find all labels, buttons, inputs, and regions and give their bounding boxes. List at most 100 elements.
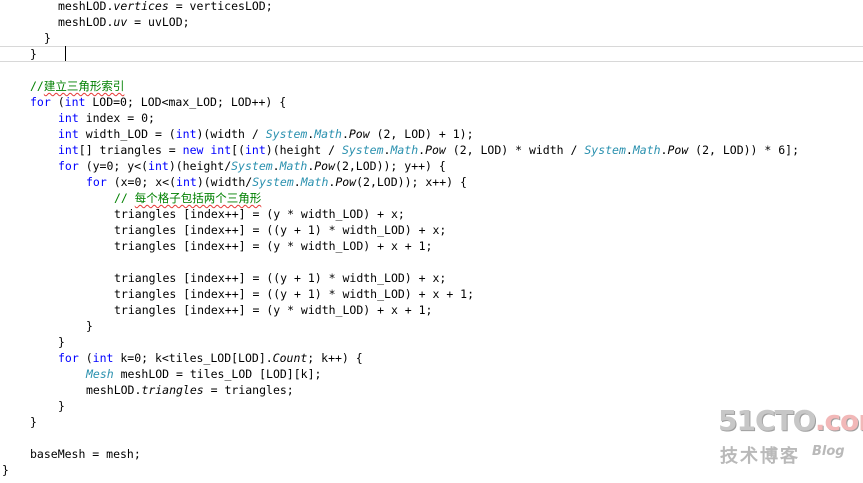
code-token: int: [210, 143, 232, 157]
code-token: Mesh: [86, 367, 114, 381]
code-token: int: [58, 127, 79, 141]
code-token: baseMesh = mesh;: [30, 447, 141, 461]
code-token: Math: [314, 127, 342, 141]
code-token: k=0; k<tiles_LOD[LOD].: [113, 351, 273, 365]
code-token: (: [50, 95, 65, 109]
code-line: }: [58, 398, 65, 414]
code-token: Math: [632, 143, 661, 157]
code-token: int: [92, 351, 114, 365]
code-token: 建立三角形索引: [43, 79, 125, 93]
code-token: System: [341, 143, 384, 157]
code-token: for: [86, 175, 107, 189]
code-token: ; k++) {: [307, 351, 363, 365]
code-token: triangles [index++] = (y * width_LOD) + …: [114, 239, 433, 253]
code-token: System: [584, 143, 626, 157]
code-token: Pow: [667, 143, 689, 157]
code-line: triangles [index++] = (y * width_LOD) + …: [114, 238, 433, 254]
code-token: (y=0; y<(: [78, 159, 149, 173]
current-line-highlight: [0, 46, 863, 62]
code-token: }: [2, 463, 9, 477]
code-token: System: [231, 159, 273, 173]
code-token: (2, LOD)) * 6];: [688, 143, 800, 157]
code-token: System: [265, 127, 308, 141]
code-line: int width_LOD = (int)(width / System.Mat…: [58, 126, 474, 142]
code-line: }: [44, 30, 51, 46]
code-line: //建立三角形索引: [30, 78, 124, 94]
code-line: baseMesh = mesh;: [30, 446, 141, 462]
code-token: [(: [231, 143, 245, 157]
code-line: triangles [index++] = ((y + 1) * width_L…: [114, 222, 446, 238]
code-line: }: [86, 318, 93, 334]
code-token: [] triangles =: [78, 143, 183, 157]
code-line: }: [58, 334, 65, 350]
code-token: (x=0; x<(: [106, 175, 177, 189]
code-line: }: [30, 414, 37, 430]
code-token: }: [30, 47, 37, 61]
code-token: }: [58, 335, 65, 349]
code-token: meshLOD.: [86, 383, 142, 397]
code-token: 每个格子包括两个三角形: [134, 191, 262, 205]
code-token: System: [252, 175, 294, 189]
code-line: for (x=0; x<(int)(width/System.Math.Pow(…: [86, 174, 467, 190]
code-token: triangles [index++] = (y * width_LOD) + …: [114, 303, 433, 317]
code-token: = triangles;: [203, 383, 294, 397]
code-token: (2,LOD)); y++) {: [335, 159, 446, 173]
code-token: Pow: [425, 143, 446, 157]
code-token: )(width/: [196, 175, 253, 189]
code-token: }: [44, 31, 51, 45]
code-token: vertices: [113, 0, 169, 13]
code-token: = uvLOD;: [127, 15, 190, 29]
code-token: int: [175, 127, 197, 141]
code-token: }: [86, 319, 93, 333]
code-token: int: [176, 175, 197, 189]
code-token: )(height/: [168, 159, 232, 173]
code-line: // 每个格子包括两个三角形: [114, 190, 261, 206]
watermark-logo: 51CTO.com: [718, 404, 863, 437]
code-token: triangles [index++] = (y * width_LOD) + …: [114, 207, 405, 221]
code-token: LOD=0; LOD<max_LOD; LOD++) {: [85, 95, 287, 109]
code-line: }: [2, 462, 9, 478]
code-token: (2, LOD) * width /: [445, 143, 585, 157]
code-line: int index = 0;: [58, 110, 155, 126]
code-token: triangles [index++] = ((y + 1) * width_L…: [114, 271, 447, 285]
code-token: triangles [index++] = ((y + 1) * width_L…: [114, 287, 475, 301]
code-token: meshLOD = tiles_LOD [LOD][k];: [113, 367, 322, 381]
code-line: meshLOD.vertices = verticesLOD;: [58, 0, 273, 14]
code-token: //: [114, 191, 135, 205]
code-line: for (int k=0; k<tiles_LOD[LOD].Count; k+…: [58, 350, 363, 366]
code-token: new: [182, 143, 204, 157]
code-token: (: [78, 351, 93, 365]
code-line: triangles [index++] = (y * width_LOD) + …: [114, 302, 433, 318]
code-line: }: [30, 46, 37, 62]
code-line: Mesh meshLOD = tiles_LOD [LOD][k];: [86, 366, 321, 382]
watermark-blog-label: Blog: [812, 444, 845, 459]
code-line: triangles [index++] = (y * width_LOD) + …: [114, 206, 405, 222]
code-token: Math: [300, 175, 329, 189]
code-token: meshLOD.: [58, 15, 114, 29]
code-token: int: [148, 159, 169, 173]
code-line: meshLOD.uv = uvLOD;: [58, 14, 190, 30]
code-line: triangles [index++] = ((y + 1) * width_L…: [114, 286, 474, 302]
text-caret: [65, 46, 66, 61]
code-token: Pow: [335, 175, 357, 189]
code-token: )(height /: [265, 143, 342, 157]
code-token: index = 0;: [78, 111, 155, 125]
code-token: Math: [390, 143, 419, 157]
code-token: .: [293, 175, 301, 189]
code-token: (2,LOD)); x++) {: [356, 175, 467, 189]
code-line: meshLOD.triangles = triangles;: [86, 382, 294, 398]
code-token: uv: [113, 15, 128, 29]
code-token: )(width /: [196, 127, 266, 141]
watermark-subtitle: 技术博客: [720, 446, 800, 467]
code-token: Count: [272, 351, 308, 365]
watermark-logo-main: 51CTO: [718, 404, 816, 437]
code-token: int: [64, 95, 86, 109]
code-token: .: [272, 159, 280, 173]
code-token: = verticesLOD;: [168, 0, 273, 13]
code-line: for (int LOD=0; LOD<max_LOD; LOD++) {: [30, 94, 286, 110]
code-token: }: [58, 399, 65, 413]
code-token: //: [30, 79, 44, 93]
code-token: }: [30, 415, 37, 429]
code-token: for: [58, 351, 79, 365]
code-token: .: [341, 127, 349, 141]
